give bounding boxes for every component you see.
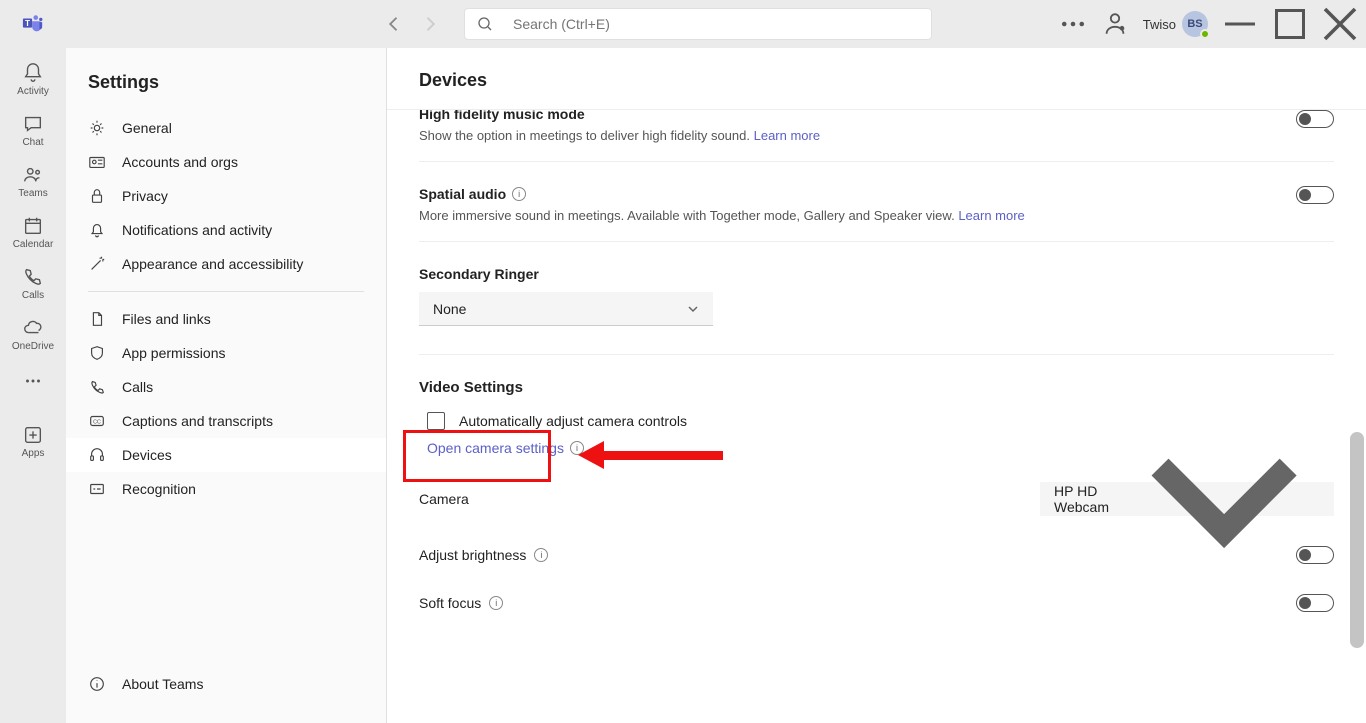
- phone-icon: [22, 266, 44, 288]
- info-icon[interactable]: i: [512, 187, 526, 201]
- app-rail: Activity Chat Teams Calendar Calls OneDr…: [0, 48, 66, 723]
- more-options-button[interactable]: [1059, 10, 1087, 38]
- file-icon: [88, 310, 106, 328]
- hf-desc: Show the option in meetings to deliver h…: [419, 128, 820, 143]
- rail-calendar[interactable]: Calendar: [0, 209, 66, 260]
- section-secondary-ringer: Secondary Ringer None: [419, 266, 1334, 355]
- rail-onedrive[interactable]: OneDrive: [0, 311, 66, 362]
- sidebar-item-about[interactable]: About Teams: [88, 667, 364, 701]
- sidebar-item-accounts[interactable]: Accounts and orgs: [66, 145, 386, 179]
- presence-available-icon: [1200, 29, 1210, 39]
- nav-forward-button[interactable]: [420, 14, 440, 34]
- chevron-down-icon: [687, 303, 699, 315]
- rail-more[interactable]: [0, 364, 66, 402]
- calendar-icon: [22, 215, 44, 237]
- shield-icon: [88, 344, 106, 362]
- rail-teams[interactable]: Teams: [0, 158, 66, 209]
- main-content: Devices High fidelity music mode Show th…: [387, 48, 1366, 723]
- ellipsis-icon: [22, 370, 44, 392]
- auto-adjust-label: Automatically adjust camera controls: [459, 413, 687, 429]
- lock-icon: [88, 187, 106, 205]
- cc-icon: CC: [88, 412, 106, 430]
- auto-adjust-checkbox[interactable]: [427, 412, 445, 430]
- sidebar-item-captions[interactable]: CCCaptions and transcripts: [66, 404, 386, 438]
- brightness-label: Adjust brightness i: [419, 547, 548, 563]
- camera-select[interactable]: HP HD Webcam: [1040, 482, 1334, 516]
- sidebar-item-general[interactable]: General: [66, 111, 386, 145]
- info-icon[interactable]: i: [489, 596, 503, 610]
- headset-icon: [88, 446, 106, 464]
- spatial-desc: More immersive sound in meetings. Availa…: [419, 208, 1025, 223]
- id-card-icon: [88, 153, 106, 171]
- info-icon[interactable]: i: [534, 548, 548, 562]
- section-spatial-audio: Spatial audio i More immersive sound in …: [419, 186, 1334, 242]
- open-camera-settings-link[interactable]: Open camera settings: [427, 440, 564, 456]
- avatar: BS: [1182, 11, 1208, 37]
- camera-label: Camera: [419, 491, 469, 507]
- scrollbar-thumb[interactable]: [1350, 432, 1364, 648]
- settings-title: Settings: [66, 48, 386, 111]
- rail-activity[interactable]: Activity: [0, 56, 66, 107]
- svg-text:CC: CC: [93, 420, 101, 426]
- search-icon: [477, 16, 493, 32]
- sidebar-item-privacy[interactable]: Privacy: [66, 179, 386, 213]
- ringer-title: Secondary Ringer: [419, 266, 1334, 282]
- hf-title: High fidelity music mode: [419, 110, 820, 122]
- spatial-toggle[interactable]: [1296, 186, 1334, 204]
- hf-learn-more-link[interactable]: Learn more: [754, 128, 820, 143]
- user-name-label: Twiso: [1143, 17, 1176, 32]
- sidebar-item-calls[interactable]: Calls: [66, 370, 386, 404]
- svg-text:T: T: [25, 19, 30, 28]
- rail-chat[interactable]: Chat: [0, 107, 66, 158]
- spatial-learn-more-link[interactable]: Learn more: [958, 208, 1024, 223]
- divider: [88, 291, 364, 292]
- sidebar-item-files[interactable]: Files and links: [66, 302, 386, 336]
- soft-focus-toggle[interactable]: [1296, 594, 1334, 612]
- close-button[interactable]: [1322, 10, 1358, 38]
- people-icon[interactable]: [1101, 10, 1129, 38]
- bell-icon: [22, 62, 44, 84]
- settings-sidebar: Settings General Accounts and orgs Priva…: [66, 48, 387, 723]
- recognition-icon: [88, 480, 106, 498]
- rail-calls[interactable]: Calls: [0, 260, 66, 311]
- sidebar-item-appearance[interactable]: Appearance and accessibility: [66, 247, 386, 281]
- user-profile[interactable]: Twiso BS: [1143, 11, 1208, 37]
- nav-back-button[interactable]: [384, 14, 404, 34]
- apps-icon: [22, 424, 44, 446]
- teams-icon: [22, 164, 44, 186]
- soft-focus-label: Soft focus i: [419, 595, 503, 611]
- sidebar-item-devices[interactable]: Devices: [66, 438, 386, 472]
- chat-icon: [22, 113, 44, 135]
- search-input[interactable]: [513, 16, 919, 32]
- maximize-button[interactable]: [1272, 10, 1308, 38]
- brightness-toggle[interactable]: [1296, 546, 1334, 564]
- phone-icon: [88, 378, 106, 396]
- section-video-settings: Video Settings Automatically adjust came…: [419, 379, 1334, 630]
- teams-logo-icon: T: [0, 13, 66, 35]
- title-bar: T Twiso BS: [0, 0, 1366, 48]
- sidebar-item-recognition[interactable]: Recognition: [66, 472, 386, 506]
- section-high-fidelity: High fidelity music mode Show the option…: [419, 110, 1334, 162]
- wand-icon: [88, 255, 106, 273]
- chevron-down-icon: [1128, 403, 1320, 595]
- ringer-select[interactable]: None: [419, 292, 713, 326]
- sidebar-item-notifications[interactable]: Notifications and activity: [66, 213, 386, 247]
- search-box[interactable]: [464, 8, 932, 40]
- gear-icon: [88, 119, 106, 137]
- hf-toggle[interactable]: [1296, 110, 1334, 128]
- cloud-icon: [22, 317, 44, 339]
- info-icon: [88, 675, 106, 693]
- page-title: Devices: [419, 70, 1334, 91]
- bell-icon: [88, 221, 106, 239]
- sidebar-item-permissions[interactable]: App permissions: [66, 336, 386, 370]
- video-settings-title: Video Settings: [419, 379, 1334, 396]
- spatial-title: Spatial audio i: [419, 186, 1025, 202]
- rail-apps[interactable]: Apps: [0, 418, 66, 469]
- minimize-button[interactable]: [1222, 10, 1258, 38]
- info-icon[interactable]: i: [570, 441, 584, 455]
